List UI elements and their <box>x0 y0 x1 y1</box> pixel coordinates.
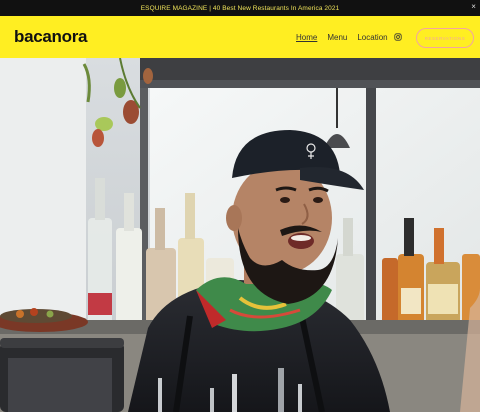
main-nav: Home Menu Location <box>296 33 388 42</box>
logo[interactable]: bacanora <box>14 27 87 47</box>
hero-image <box>0 58 480 412</box>
close-icon[interactable]: × <box>471 3 476 11</box>
nav-location[interactable]: Location <box>357 33 387 42</box>
reservations-button[interactable]: RESERVATIONS <box>416 28 474 48</box>
nav-home[interactable]: Home <box>296 33 317 42</box>
announcement-text[interactable]: ESQUIRE MAGAZINE | 40 Best New Restauran… <box>141 5 340 12</box>
instagram-icon[interactable] <box>394 33 402 41</box>
announcement-bar: ESQUIRE MAGAZINE | 40 Best New Restauran… <box>0 0 480 16</box>
site-header: bacanora Home Menu Location RESERVATIONS <box>0 16 480 58</box>
nav-menu[interactable]: Menu <box>327 33 347 42</box>
